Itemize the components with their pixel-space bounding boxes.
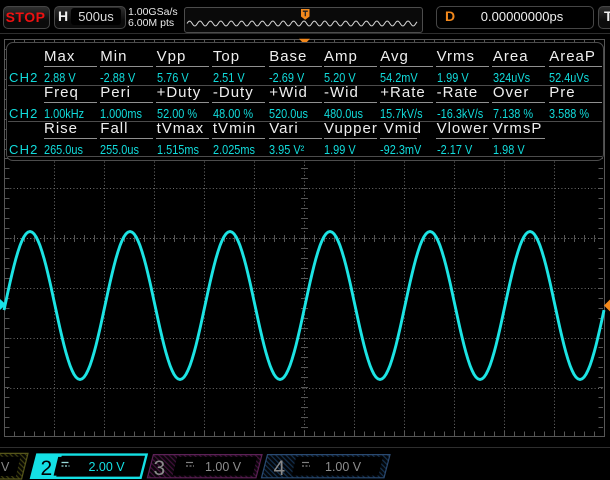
svg-text:4: 4 xyxy=(274,457,286,480)
svg-text:3: 3 xyxy=(154,457,166,480)
svg-text:1.00 V: 1.00 V xyxy=(205,460,242,474)
svg-text:2: 2 xyxy=(41,457,53,480)
svg-text:1.00 V: 1.00 V xyxy=(325,460,362,474)
svg-text:V: V xyxy=(1,460,10,474)
svg-text:2.00 V: 2.00 V xyxy=(89,460,126,474)
